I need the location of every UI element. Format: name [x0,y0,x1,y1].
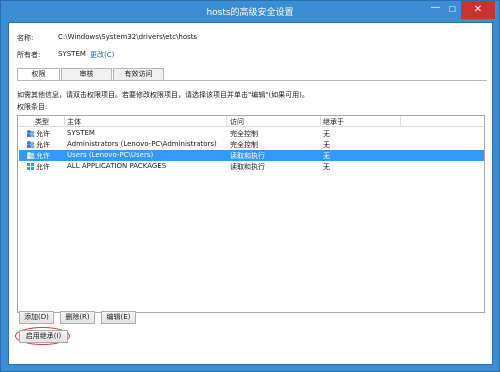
tab-label: 权限 [31,70,46,78]
cell-inherited: 无 [323,152,330,160]
maximize-icon[interactable]: ☐ [444,1,461,19]
dialog-body: 名称: C:\Windows\System32\drivers\etc\host… [8,22,493,365]
tab-label: 审核 [79,70,94,78]
info-text: 如需其他信息，请双击权限项目。若要修改权限项目，请选择该项目并单击"编辑"(如果… [17,91,309,99]
table-row[interactable]: 允许 SYSTEM 完全控制 无 [19,128,484,139]
cell-inherited: 无 [323,130,330,138]
security-dialog: hosts的高级安全设置 — ☐ ✕ 名称: C:\Windows\System… [0,0,500,372]
cell-access: 完全控制 [230,130,258,138]
entries-label: 权限条目: [17,103,48,111]
column-principal[interactable]: 主体 [67,117,81,127]
users-icon [27,141,35,148]
column-inherited-from[interactable]: 继承于 [323,117,344,127]
cell-access: 读取和执行 [230,152,265,160]
close-icon[interactable]: ✕ [461,1,495,19]
table-row[interactable]: 允许 Administrators (Lenovo-PC\Administrat… [19,139,484,150]
app-packages-icon [27,163,34,170]
table-row-selected[interactable]: 允许 Users (Lenovo-PC\Users) 读取和执行 无 [19,150,484,161]
cell-inherited: 无 [323,141,330,149]
change-owner-link[interactable]: 更改(C) [90,50,114,60]
cell-type: 允许 [36,130,50,138]
column-type[interactable]: 类型 [35,117,49,127]
column-access[interactable]: 访问 [230,117,244,127]
cell-type: 允许 [36,163,50,171]
owner-value: SYSTEM [58,50,86,58]
minimize-icon[interactable]: — [427,1,444,19]
users-icon [27,130,35,137]
cell-access: 读取和执行 [230,163,265,171]
add-button[interactable]: 添加(D) [19,311,54,324]
cell-access: 完全控制 [230,141,258,149]
cell-inherited: 无 [323,163,330,171]
window-title: hosts的高级安全设置 [206,8,294,18]
cell-principal: SYSTEM [67,129,95,137]
edit-button[interactable]: 编辑(E) [101,311,136,324]
cell-principal: Users (Lenovo-PC\Users) [67,151,154,159]
title-bar[interactable]: hosts的高级安全设置 — ☐ ✕ [1,1,499,22]
name-label: 名称: [17,34,34,42]
name-value: C:\Windows\System32\drivers\etc\hosts [58,33,198,41]
tab-auditing[interactable]: 审核 [61,68,112,80]
list-header: 类型 主体 访问 继承于 [18,116,484,127]
permission-entries-list[interactable]: 类型 主体 访问 继承于 允许 SYSTEM 完全控制 无 允许 Adminis… [17,115,485,313]
column-divider[interactable] [226,116,227,127]
tab-effective-access[interactable]: 有效访问 [113,68,164,80]
owner-label: 所有者: [17,51,41,59]
cell-principal: ALL APPLICATION PACKAGES [67,162,167,170]
column-divider[interactable] [400,116,401,127]
column-divider[interactable] [320,116,321,127]
users-icon [27,152,35,159]
column-divider[interactable] [64,116,65,127]
cell-type: 允许 [36,152,50,160]
remove-button[interactable]: 删除(R) [60,311,95,324]
table-row[interactable]: 允许 ALL APPLICATION PACKAGES 读取和执行 无 [19,161,484,172]
tab-label: 有效访问 [124,70,153,78]
enable-inheritance-button[interactable]: 启用继承(I) [19,330,68,343]
cell-type: 允许 [36,141,50,149]
cell-principal: Administrators (Lenovo-PC\Administrators… [67,140,217,148]
